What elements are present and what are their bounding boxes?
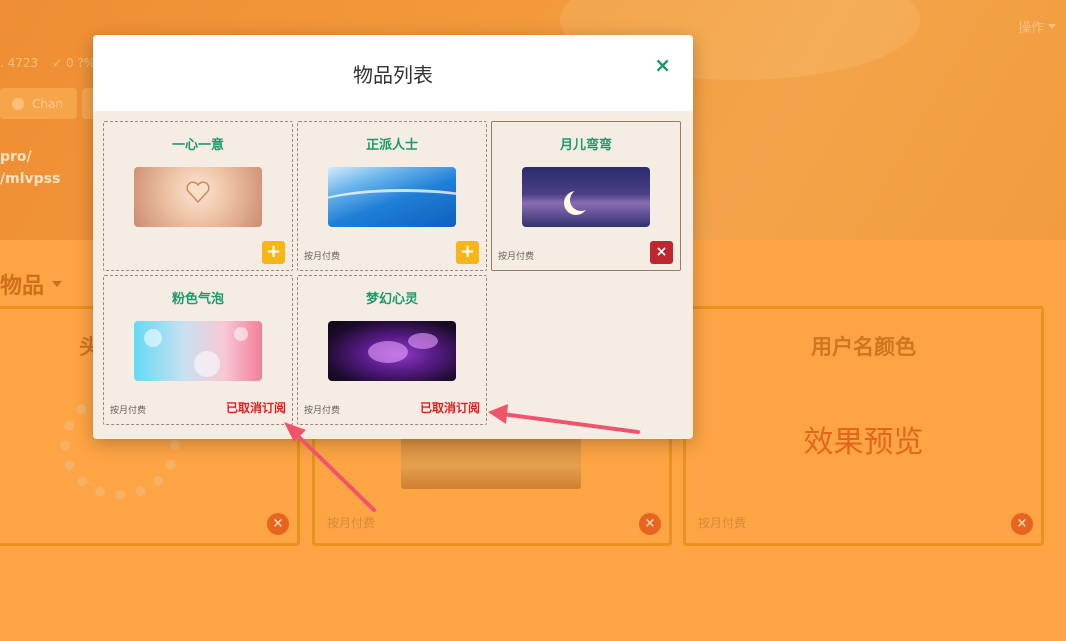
item-name: 梦幻心灵 — [365, 292, 418, 307]
background-preview-image — [401, 432, 581, 489]
item-card-selected[interactable]: 月儿弯弯 按月付费 × — [491, 121, 681, 271]
close-icon[interactable]: × — [267, 513, 289, 535]
chevron-down-icon — [52, 281, 63, 287]
add-button[interactable]: + — [456, 241, 479, 264]
remove-button[interactable]: × — [650, 241, 673, 264]
item-billing: 按月付费 — [304, 252, 341, 262]
path-line-1: pro/ — [0, 149, 32, 165]
profile-path: pro/ /mlvpss — [0, 146, 60, 190]
stat-1: . 4723 — [0, 56, 39, 70]
chevron-down-icon — [1048, 24, 1056, 29]
stat-2: ✓ 0 ?% — [52, 56, 96, 70]
profile-stats: . 4723 ✓ 0 ?% — [0, 56, 95, 70]
close-icon[interactable]: × — [639, 513, 661, 535]
unsubscribed-status: 已取消订阅 — [419, 401, 480, 415]
close-icon[interactable]: × — [654, 53, 671, 77]
item-thumbnail — [134, 167, 262, 227]
item-name: 正派人士 — [365, 138, 418, 153]
item-thumbnail — [134, 321, 262, 381]
bg-card-username-color: 用户名颜色 效果预览 按月付费 × — [683, 306, 1044, 546]
add-button[interactable]: + — [262, 241, 285, 264]
bg-card-title: 用户名颜色 — [811, 335, 916, 359]
wave-decoration — [328, 189, 456, 227]
close-icon[interactable]: × — [1011, 513, 1033, 535]
item-card[interactable]: 粉色气泡 按月付费 已取消订阅 — [103, 275, 293, 425]
chan-icon — [12, 97, 24, 110]
item-name: 一心一意 — [171, 138, 224, 153]
operations-menu[interactable]: 操作 — [1018, 17, 1056, 36]
preview-text: 效果预览 — [803, 425, 924, 460]
heart-icon — [186, 181, 210, 203]
item-thumbnail — [328, 167, 456, 227]
item-billing: 按月付费 — [304, 406, 341, 416]
item-name: 粉色气泡 — [171, 292, 224, 307]
moon-icon — [570, 189, 592, 211]
unsubscribed-status: 已取消订阅 — [225, 401, 286, 415]
item-list-modal: 物品列表 × 一心一意 + 正派人士 按月付费 + 月儿弯弯 按月付费 × 粉色… — [93, 35, 693, 439]
item-billing: 按月付费 — [498, 252, 535, 262]
item-thumbnail — [522, 167, 650, 227]
path-line-2: /mlvpss — [0, 171, 61, 187]
bg-card-billing: 按月付费 — [327, 516, 376, 530]
items-heading[interactable]: 物品 — [0, 268, 63, 300]
modal-title: 物品列表 — [353, 62, 433, 87]
modal-header: 物品列表 × — [93, 35, 693, 111]
item-billing: 按月付费 — [110, 406, 147, 416]
operations-label: 操作 — [1017, 21, 1044, 36]
item-thumbnail — [328, 321, 456, 381]
items-heading-label: 物品 — [0, 274, 45, 299]
bg-card-billing: 按月付费 — [698, 516, 747, 530]
chan-label: Chan — [32, 96, 63, 111]
item-card[interactable]: 正派人士 按月付费 + — [297, 121, 487, 271]
chan-button[interactable]: Chan — [0, 88, 77, 119]
item-card[interactable]: 一心一意 + — [103, 121, 293, 271]
item-card[interactable]: 梦幻心灵 按月付费 已取消订阅 — [297, 275, 487, 425]
item-name: 月儿弯弯 — [559, 138, 612, 153]
